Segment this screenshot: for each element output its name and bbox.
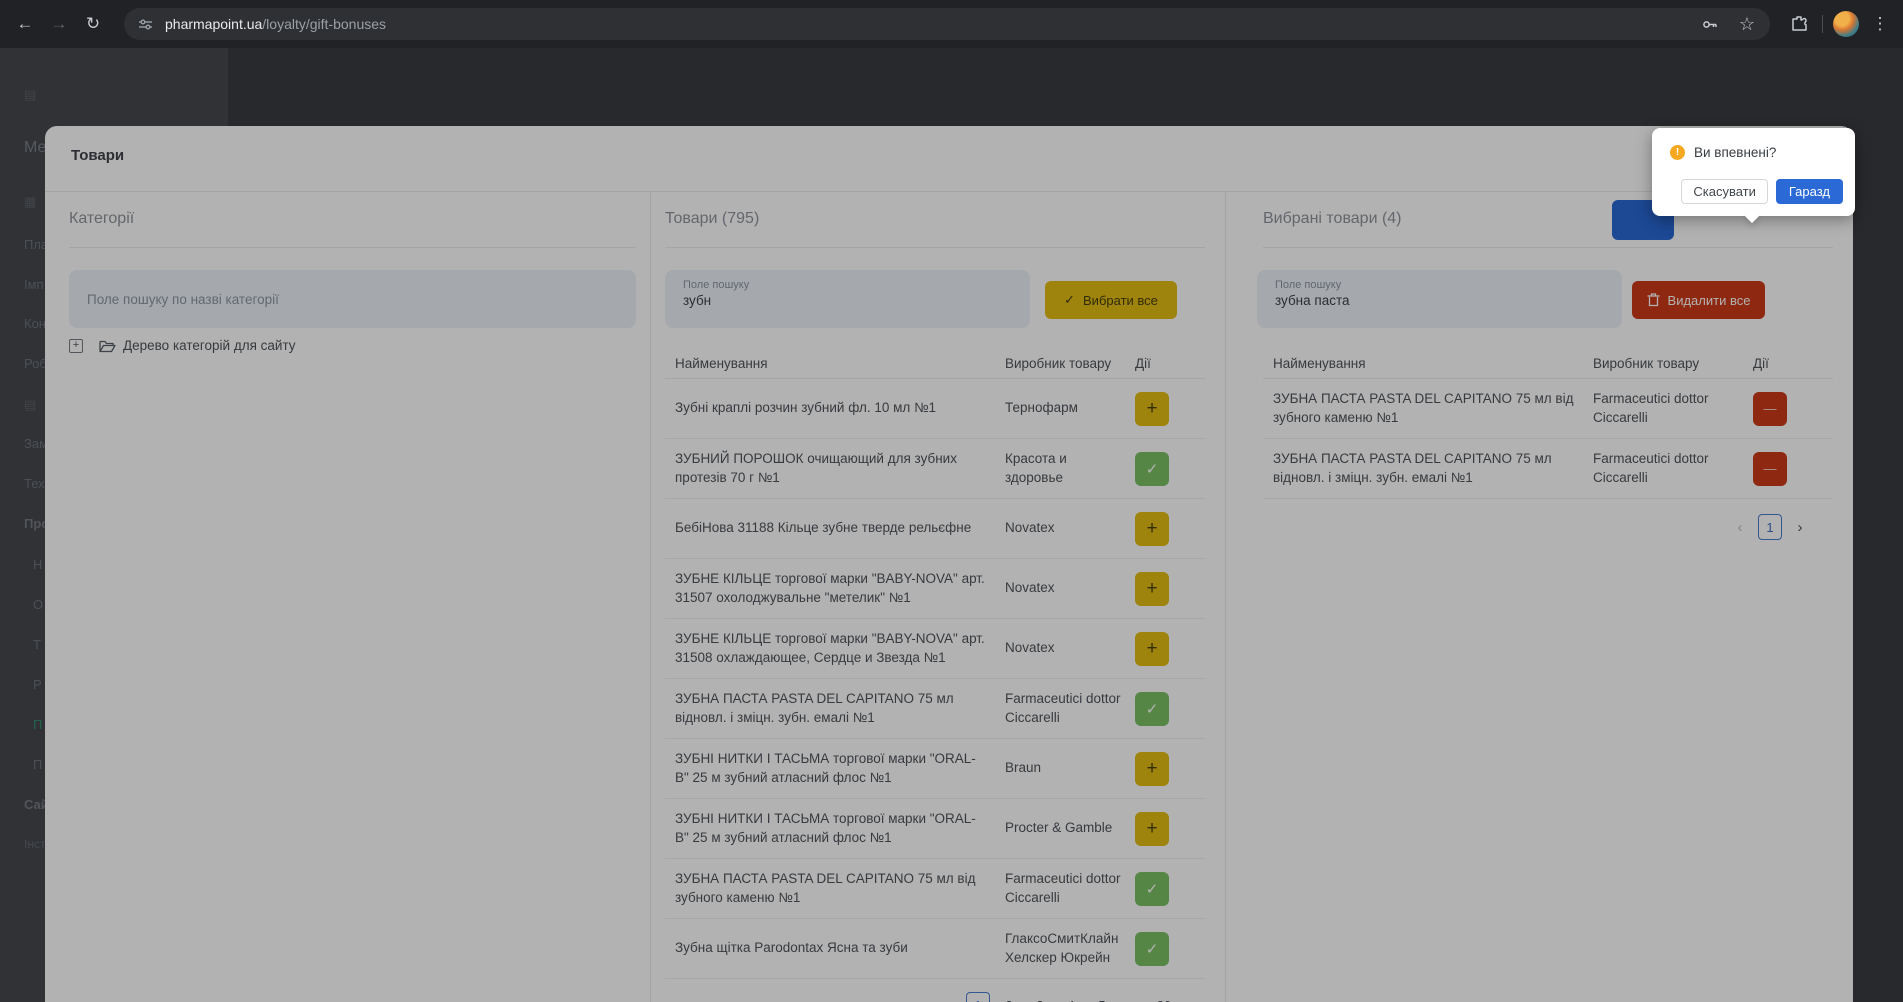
address-bar[interactable]: pharmapoint.ua/loyalty/gift-bonuses ☆ <box>124 8 1770 40</box>
extensions-puzzle-icon[interactable] <box>1782 7 1816 41</box>
popover-message: Ви впевнені? <box>1694 145 1777 160</box>
browser-toolbar: ← → ↻ pharmapoint.ua/loyalty/gift-bonuse… <box>0 0 1903 48</box>
profile-avatar[interactable] <box>1829 7 1863 41</box>
reload-icon[interactable]: ↻ <box>76 7 110 41</box>
omnibox-actions: ☆ <box>1692 7 1764 41</box>
popover-message-row: ! Ви впевнені? <box>1652 128 1855 160</box>
toolbar-separator <box>1822 15 1823 33</box>
warning-icon: ! <box>1670 145 1685 160</box>
cancel-button[interactable]: Скасувати <box>1681 179 1768 204</box>
password-key-icon[interactable] <box>1692 7 1726 41</box>
url-host: pharmapoint.ua <box>165 16 263 32</box>
ok-button[interactable]: Гаразд <box>1775 179 1843 204</box>
forward-icon[interactable]: → <box>42 7 76 41</box>
site-info-icon[interactable] <box>138 17 153 32</box>
screen: ← → ↻ pharmapoint.ua/loyalty/gift-bonuse… <box>0 0 1903 1002</box>
bookmark-star-icon[interactable]: ☆ <box>1730 7 1764 41</box>
url-text: pharmapoint.ua/loyalty/gift-bonuses <box>165 16 386 32</box>
back-icon[interactable]: ← <box>8 7 42 41</box>
confirm-popover: ! Ви впевнені? Скасувати Гаразд <box>1652 128 1855 224</box>
url-path: /loyalty/gift-bonuses <box>262 16 387 32</box>
avatar <box>1833 11 1859 37</box>
dim-overlay <box>0 48 1903 1002</box>
popover-buttons: Скасувати Гаразд <box>1681 179 1843 204</box>
browser-menu-icon[interactable]: ⋮ <box>1863 7 1897 41</box>
